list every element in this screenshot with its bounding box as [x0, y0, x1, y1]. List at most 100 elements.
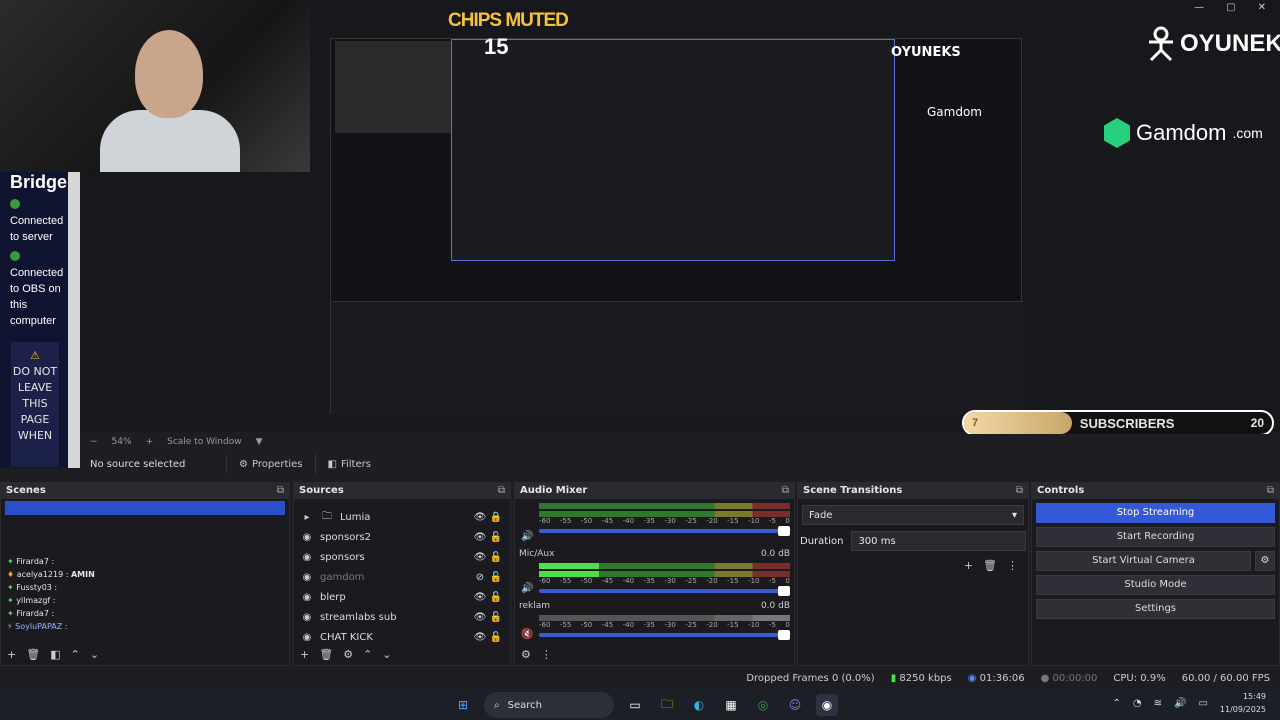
volume-slider[interactable]: [539, 586, 790, 596]
lock-icon[interactable]: 🔓: [488, 632, 504, 643]
edge-icon[interactable]: ◐: [688, 694, 710, 716]
add-icon[interactable]: +: [300, 648, 309, 661]
battery-icon[interactable]: ▭: [1198, 698, 1207, 709]
volume-icon[interactable]: 🔊: [1174, 698, 1186, 709]
lock-icon[interactable]: 🔓: [488, 592, 504, 603]
source-icon: ◉: [302, 531, 312, 543]
minimize-icon[interactable]: —: [1194, 2, 1204, 13]
speaker-muted-icon[interactable]: 🔇: [521, 629, 533, 640]
windows-start-icon[interactable]: ⊞: [452, 694, 474, 716]
source-item[interactable]: ◉ sponsors2 👁 🔓: [294, 527, 510, 547]
network-icon[interactable]: ◔: [1133, 698, 1142, 709]
eye-icon[interactable]: 👁: [472, 632, 488, 643]
expand-icon[interactable]: ▸: [300, 512, 314, 523]
volume-slider[interactable]: [539, 526, 790, 536]
trash-icon[interactable]: 🗑: [983, 559, 997, 572]
store-icon[interactable]: ▦: [720, 694, 742, 716]
eye-icon[interactable]: 👁: [472, 552, 488, 563]
chrome-icon[interactable]: ◎: [752, 694, 774, 716]
eye-icon[interactable]: 👁: [472, 532, 488, 543]
speaker-icon[interactable]: 🔊: [521, 531, 533, 542]
source-item[interactable]: ◉ gamdom ⊘ 🔓: [294, 567, 510, 587]
eye-icon[interactable]: 👁: [472, 592, 488, 603]
gear-icon[interactable]: ⚙: [521, 648, 531, 661]
taskbar: ⊞ ⌕ Search ▭ 🗀 ◐ ▦ ◎ ☺ ◉ ⌃ ◔ ≋ 🔊 ▭ 15:49 …: [0, 688, 1280, 720]
gear-icon[interactable]: ⚙: [343, 648, 353, 661]
duration-input[interactable]: 300 ms: [851, 531, 1026, 551]
lock-icon[interactable]: 🔓: [488, 572, 504, 583]
scenes-title: Scenes: [6, 485, 46, 496]
maximize-icon[interactable]: ▢: [1226, 2, 1235, 13]
more-icon[interactable]: ⋮: [1007, 559, 1018, 572]
lock-icon[interactable]: 🔓: [488, 552, 504, 563]
source-item[interactable]: ◉ sponsors 👁 🔓: [294, 547, 510, 567]
popout-icon[interactable]: ⧉: [277, 485, 284, 497]
transition-select[interactable]: Fade ▾: [802, 505, 1024, 525]
chevron-up-icon[interactable]: ⌃: [1112, 698, 1120, 709]
virtual-camera-row: Start Virtual Camera ⚙: [1036, 551, 1275, 571]
start-virtual-camera-button[interactable]: Start Virtual Camera: [1036, 551, 1251, 571]
lock-icon[interactable]: 🔓: [488, 612, 504, 623]
speaker-icon[interactable]: 🔊: [521, 583, 533, 594]
preview-canvas[interactable]: OYUNEKS Gamdom CHIPS MUTED 15 OYUNEKS Ga…: [0, 0, 1280, 436]
nested-obs-docks: [331, 301, 1023, 415]
source-item[interactable]: ▸ 🗀 Lumia 👁 🔒: [294, 507, 510, 527]
check-icon: [10, 199, 20, 209]
slider-knob[interactable]: [778, 586, 790, 596]
eye-icon[interactable]: 👁: [472, 612, 488, 623]
source-item[interactable]: ◉ streamlabs sub 👁 🔓: [294, 607, 510, 627]
signal-icon: ▮: [890, 672, 897, 684]
filters-button[interactable]: ◧ Filters: [314, 454, 383, 474]
volume-slider[interactable]: [539, 630, 790, 640]
discord-icon[interactable]: ☺: [784, 694, 806, 716]
popout-icon[interactable]: ⧉: [498, 485, 505, 497]
trash-icon[interactable]: 🗑: [319, 648, 333, 661]
source-item[interactable]: ◉ CHAT KICK 👁 🔓: [294, 627, 510, 647]
zoom-out-icon[interactable]: −: [90, 437, 98, 447]
taskbar-search[interactable]: ⌕ Search: [484, 692, 614, 718]
clock[interactable]: 15:49 11/09/2025: [1220, 690, 1266, 716]
sources-title: Sources: [299, 485, 344, 496]
close-icon[interactable]: ✕: [1258, 2, 1266, 13]
zoom-in-icon[interactable]: +: [146, 437, 154, 447]
slider-knob[interactable]: [778, 526, 790, 536]
chevron-down-icon[interactable]: ⌄: [90, 648, 99, 661]
obs-icon[interactable]: ◉: [816, 694, 838, 716]
chevron-down-icon[interactable]: ⌄: [382, 648, 391, 661]
start-recording-button[interactable]: Start Recording: [1036, 527, 1275, 547]
cpu-usage: CPU: 0.9%: [1113, 672, 1166, 684]
chevron-down-icon[interactable]: ▼: [256, 437, 263, 447]
popout-icon[interactable]: ⧉: [782, 485, 789, 497]
subscribers-goal-bar: 7 SUBSCRIBERS 20: [962, 410, 1274, 436]
scene-item-selected[interactable]: [5, 501, 285, 515]
filter-icon[interactable]: ◧: [50, 648, 60, 661]
trash-icon[interactable]: 🗑: [26, 648, 40, 661]
studio-mode-button[interactable]: Studio Mode: [1036, 575, 1275, 595]
file-explorer-icon[interactable]: 🗀: [656, 694, 678, 716]
track-name: Mic/Aux: [519, 549, 555, 559]
lock-icon[interactable]: 🔒: [488, 512, 504, 523]
add-icon[interactable]: +: [964, 559, 973, 572]
bridge-scrollbar[interactable]: [68, 172, 80, 468]
chevron-up-icon[interactable]: ⌃: [363, 648, 372, 661]
more-icon[interactable]: ⋮: [541, 648, 552, 661]
eye-hidden-icon[interactable]: ⊘: [472, 572, 488, 583]
add-icon[interactable]: +: [7, 648, 16, 661]
scale-mode[interactable]: Scale to Window: [167, 437, 241, 447]
source-item[interactable]: ◉ blerp 👁 🔓: [294, 587, 510, 607]
task-view-icon[interactable]: ▭: [624, 694, 646, 716]
slider-knob[interactable]: [778, 630, 790, 640]
stream-time: ◉ 01:36:06: [967, 672, 1025, 684]
lock-icon[interactable]: 🔓: [488, 532, 504, 543]
settings-button[interactable]: Settings: [1036, 599, 1275, 619]
clock-date: 11/09/2025: [1219, 705, 1266, 714]
stop-streaming-button[interactable]: Stop Streaming: [1036, 503, 1275, 523]
chevron-up-icon[interactable]: ⌃: [71, 648, 80, 661]
status-bar: Dropped Frames 0 (0.0%) ▮ 8250 kbps ◉ 01…: [0, 668, 1280, 688]
gear-icon[interactable]: ⚙: [1255, 551, 1275, 571]
properties-button[interactable]: ⚙ Properties: [226, 454, 315, 474]
wifi-icon[interactable]: ≋: [1154, 698, 1162, 709]
popout-icon[interactable]: ⧉: [1267, 485, 1274, 497]
popout-icon[interactable]: ⧉: [1016, 485, 1023, 497]
eye-icon[interactable]: 👁: [472, 512, 488, 523]
